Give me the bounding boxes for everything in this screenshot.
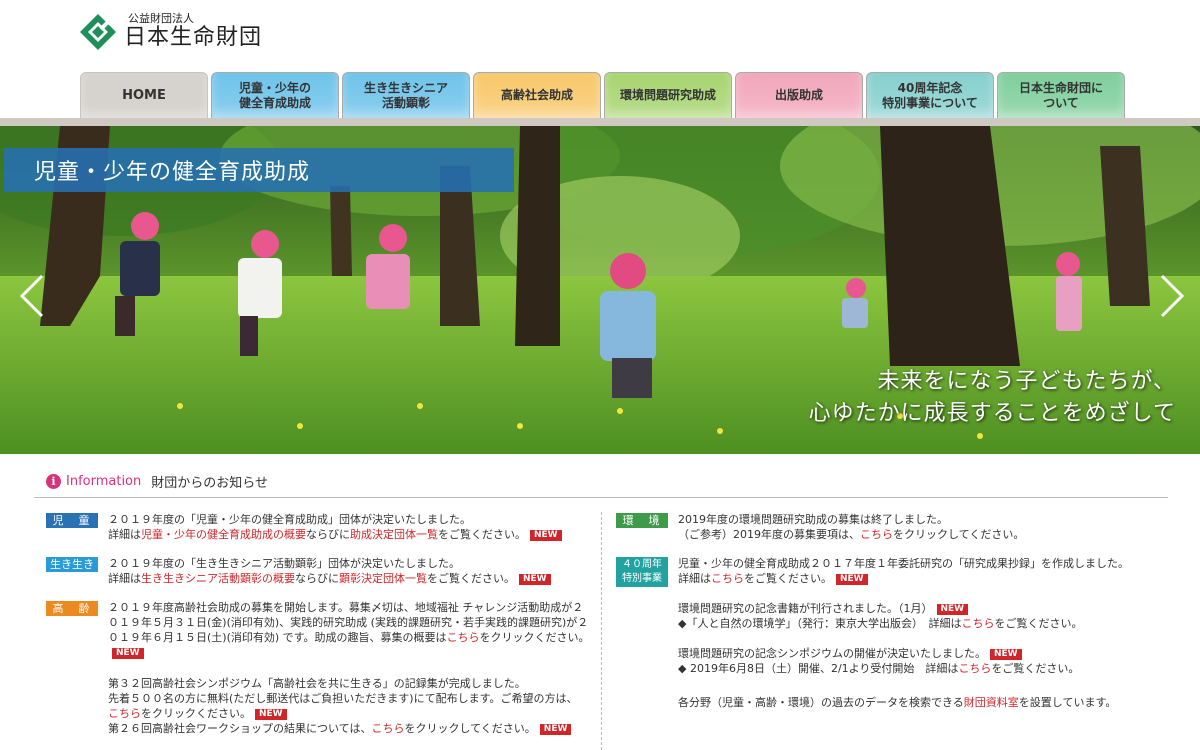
- category-badge-environment: 環 境: [616, 513, 668, 528]
- news-item-symposium: 環境問題研究の記念シンポジウムの開催が決定いたしました。 NEW ◆ 2019年6…: [616, 646, 1186, 676]
- new-badge: NEW: [539, 724, 572, 735]
- hero-caption: 未来をになう子どもたちが、 心ゆたかに成長することをめざして: [809, 366, 1176, 430]
- news-text: ならびに: [306, 528, 350, 541]
- archive-room-link[interactable]: 財団資料室: [964, 696, 1019, 709]
- tab-40th-anniversary[interactable]: 40周年記念 特別事業について: [866, 72, 994, 118]
- tab-about-foundation[interactable]: 日本生命財団に ついて: [997, 72, 1125, 118]
- new-badge: NEW: [255, 709, 287, 720]
- tab-environment-grant[interactable]: 環境問題研究助成: [604, 72, 732, 118]
- hero-slider: 児童・少年の健全育成助成 未来をになう子どもたちが、 心ゆたかに成長することをめ…: [0, 126, 1200, 454]
- foundation-logo-icon: [80, 13, 116, 50]
- chevron-left-icon[interactable]: [18, 274, 46, 318]
- news-text: ◆ 2019年6月8日（土）開催、2/1より受付開始 詳細は: [678, 662, 959, 675]
- category-badge-senior: 生き生き: [46, 557, 98, 572]
- hero-caption-line2: 心ゆたかに成長することをめざして: [808, 401, 1176, 426]
- logo-subtitle: 公益財団法人: [128, 12, 194, 25]
- news-text: をご覧ください。: [991, 662, 1080, 675]
- news-text: をご覧ください。: [744, 572, 832, 585]
- badge-line: ４０周年: [622, 559, 662, 570]
- news-text: 第３２回高齢社会シンポジウム「高齢社会を共に生きる」の記録集が完成しました。: [108, 677, 526, 690]
- news-text: 環境問題研究の記念シンポジウムの開催が決定いたしました。: [678, 647, 986, 660]
- divider: [34, 497, 1168, 498]
- news-text: （ご参考）2019年度の募集要項は、: [678, 528, 860, 541]
- new-badge: NEW: [990, 649, 1022, 660]
- column-divider: [601, 512, 602, 750]
- workshop-results-link[interactable]: こちら: [371, 722, 404, 735]
- symposium-record-link[interactable]: こちら: [108, 707, 141, 720]
- news-text: 児童・少年の健全育成助成２０１７年度１年委託研究の「研究成果抄録」を作成しました…: [678, 557, 1129, 570]
- award-recipients-list-link[interactable]: 顕彰決定団体一覧: [339, 572, 427, 585]
- chevron-right-icon[interactable]: [1158, 274, 1186, 318]
- info-icon: i: [46, 474, 61, 489]
- news-text: ◆「人と自然の環境学」（発行：東京大学出版会） 詳細は: [678, 617, 962, 630]
- news-text: 環境問題研究の記念書籍が刊行されました。（1月）: [678, 602, 933, 615]
- logo-title: 日本生命財団: [124, 25, 263, 50]
- news-text: 詳細は: [108, 572, 141, 585]
- information-header: i Information 財団からのお知らせ: [46, 472, 268, 491]
- category-badge-children: 児 童: [46, 513, 98, 528]
- news-text: をご覧ください。: [427, 572, 515, 585]
- news-item-40th: ４０周年 特別事業 児童・少年の健全育成助成２０１７年度１年委託研究の「研究成果…: [616, 556, 1186, 587]
- senior-award-overview-link[interactable]: 生き生きシニア活動顕彰の概要: [141, 572, 295, 585]
- category-badge-40th: ４０周年 特別事業: [616, 557, 668, 587]
- children-grant-overview-link[interactable]: 児童・少年の健全育成助成の概要: [141, 528, 306, 541]
- news-text: 各分野（児童・高齢・環境）の過去のデータを検索できる: [678, 696, 964, 709]
- news-text: ２０１９年度の「児童・少年の健全育成助成」団体が決定いたしました。: [108, 513, 471, 526]
- news-text: をクリックください。: [479, 631, 590, 644]
- new-badge: NEW: [836, 574, 868, 585]
- symposium-details-link[interactable]: こちら: [958, 662, 991, 675]
- news-text: をご覧ください。: [994, 617, 1083, 630]
- news-text: 第２６回高齢社会ワークショップの結果については、: [108, 722, 372, 735]
- aging-grant-details-link[interactable]: こちら: [447, 631, 480, 644]
- hero-title: 児童・少年の健全育成助成: [4, 148, 514, 192]
- new-badge: NEW: [112, 648, 144, 659]
- category-badge-aging: 高 齢: [46, 601, 98, 616]
- news-item-senior: 生き生き ２０１９年度の「生き生きシニア活動顕彰」団体が決定いたしました。 詳細…: [46, 556, 591, 586]
- information-heading: 財団からのお知らせ: [151, 476, 269, 491]
- research-abstract-link[interactable]: こちら: [711, 572, 744, 585]
- new-badge: NEW: [519, 574, 551, 585]
- news-text: を設置しています。: [1018, 696, 1117, 709]
- news-item-archive: 各分野（児童・高齢・環境）の過去のデータを検索できる財団資料室を設置しています。: [616, 695, 1186, 710]
- new-badge: NEW: [936, 604, 969, 615]
- tab-senior-award[interactable]: 生き生きシニア 活動顕彰: [342, 72, 470, 118]
- news-text: 詳細は: [678, 572, 711, 585]
- news-text: ２０１９年度の「生き生きシニア活動顕彰」団体が決定いたしました。: [108, 557, 460, 570]
- hero-caption-line1: 未来をになう子どもたちが、: [877, 369, 1176, 394]
- environment-guidelines-link[interactable]: こちら: [860, 528, 893, 541]
- news-text: をクリックください。: [141, 707, 251, 720]
- news-text: 先着５００名の方に無料(ただし郵送代はご負担いただきます)にて配布します。ご希望…: [108, 692, 578, 705]
- news-item-book: 環境問題研究の記念書籍が刊行されました。（1月） NEW ◆「人と自然の環境学」（…: [616, 601, 1186, 631]
- tab-children-grant[interactable]: 児童・少年の 健全育成助成: [211, 72, 339, 118]
- nav-underline: [0, 118, 1200, 126]
- news-item-environment: 環 境 2019年度の環境問題研究助成の募集は終了しました。 （ご参考）2019…: [616, 512, 1186, 542]
- tab-home[interactable]: HOME: [80, 72, 208, 118]
- tab-publication-grant[interactable]: 出版助成: [735, 72, 863, 118]
- new-badge: NEW: [530, 530, 562, 541]
- information-label: Information: [66, 474, 142, 489]
- grant-recipients-list-link[interactable]: 助成決定団体一覧: [350, 528, 438, 541]
- news-item-aging: 高 齢 ２０１９年度高齢社会助成の募集を開始します。募集〆切は、地域福祉 チャレ…: [46, 600, 591, 736]
- book-details-link[interactable]: こちら: [961, 617, 994, 630]
- news-text: 詳細は: [108, 528, 141, 541]
- tab-aging-grant[interactable]: 高齢社会助成: [473, 72, 601, 118]
- site-logo[interactable]: 公益財団法人 日本生命財団: [80, 12, 262, 51]
- news-text: 2019年度の環境問題研究助成の募集は終了しました。: [678, 513, 948, 526]
- news-text: ならびに: [295, 572, 339, 585]
- news-item-children: 児 童 ２０１９年度の「児童・少年の健全育成助成」団体が決定いたしました。 詳細…: [46, 512, 591, 542]
- main-nav: HOME 児童・少年の 健全育成助成 生き生きシニア 活動顕彰 高齢社会助成 環境問題研…: [80, 72, 1125, 118]
- news-text: をクリックしてください。: [404, 722, 536, 735]
- news-text: をクリックしてください。: [893, 528, 1025, 541]
- badge-line: 特別事業: [622, 573, 662, 584]
- news-text: をご覧ください。: [438, 528, 526, 541]
